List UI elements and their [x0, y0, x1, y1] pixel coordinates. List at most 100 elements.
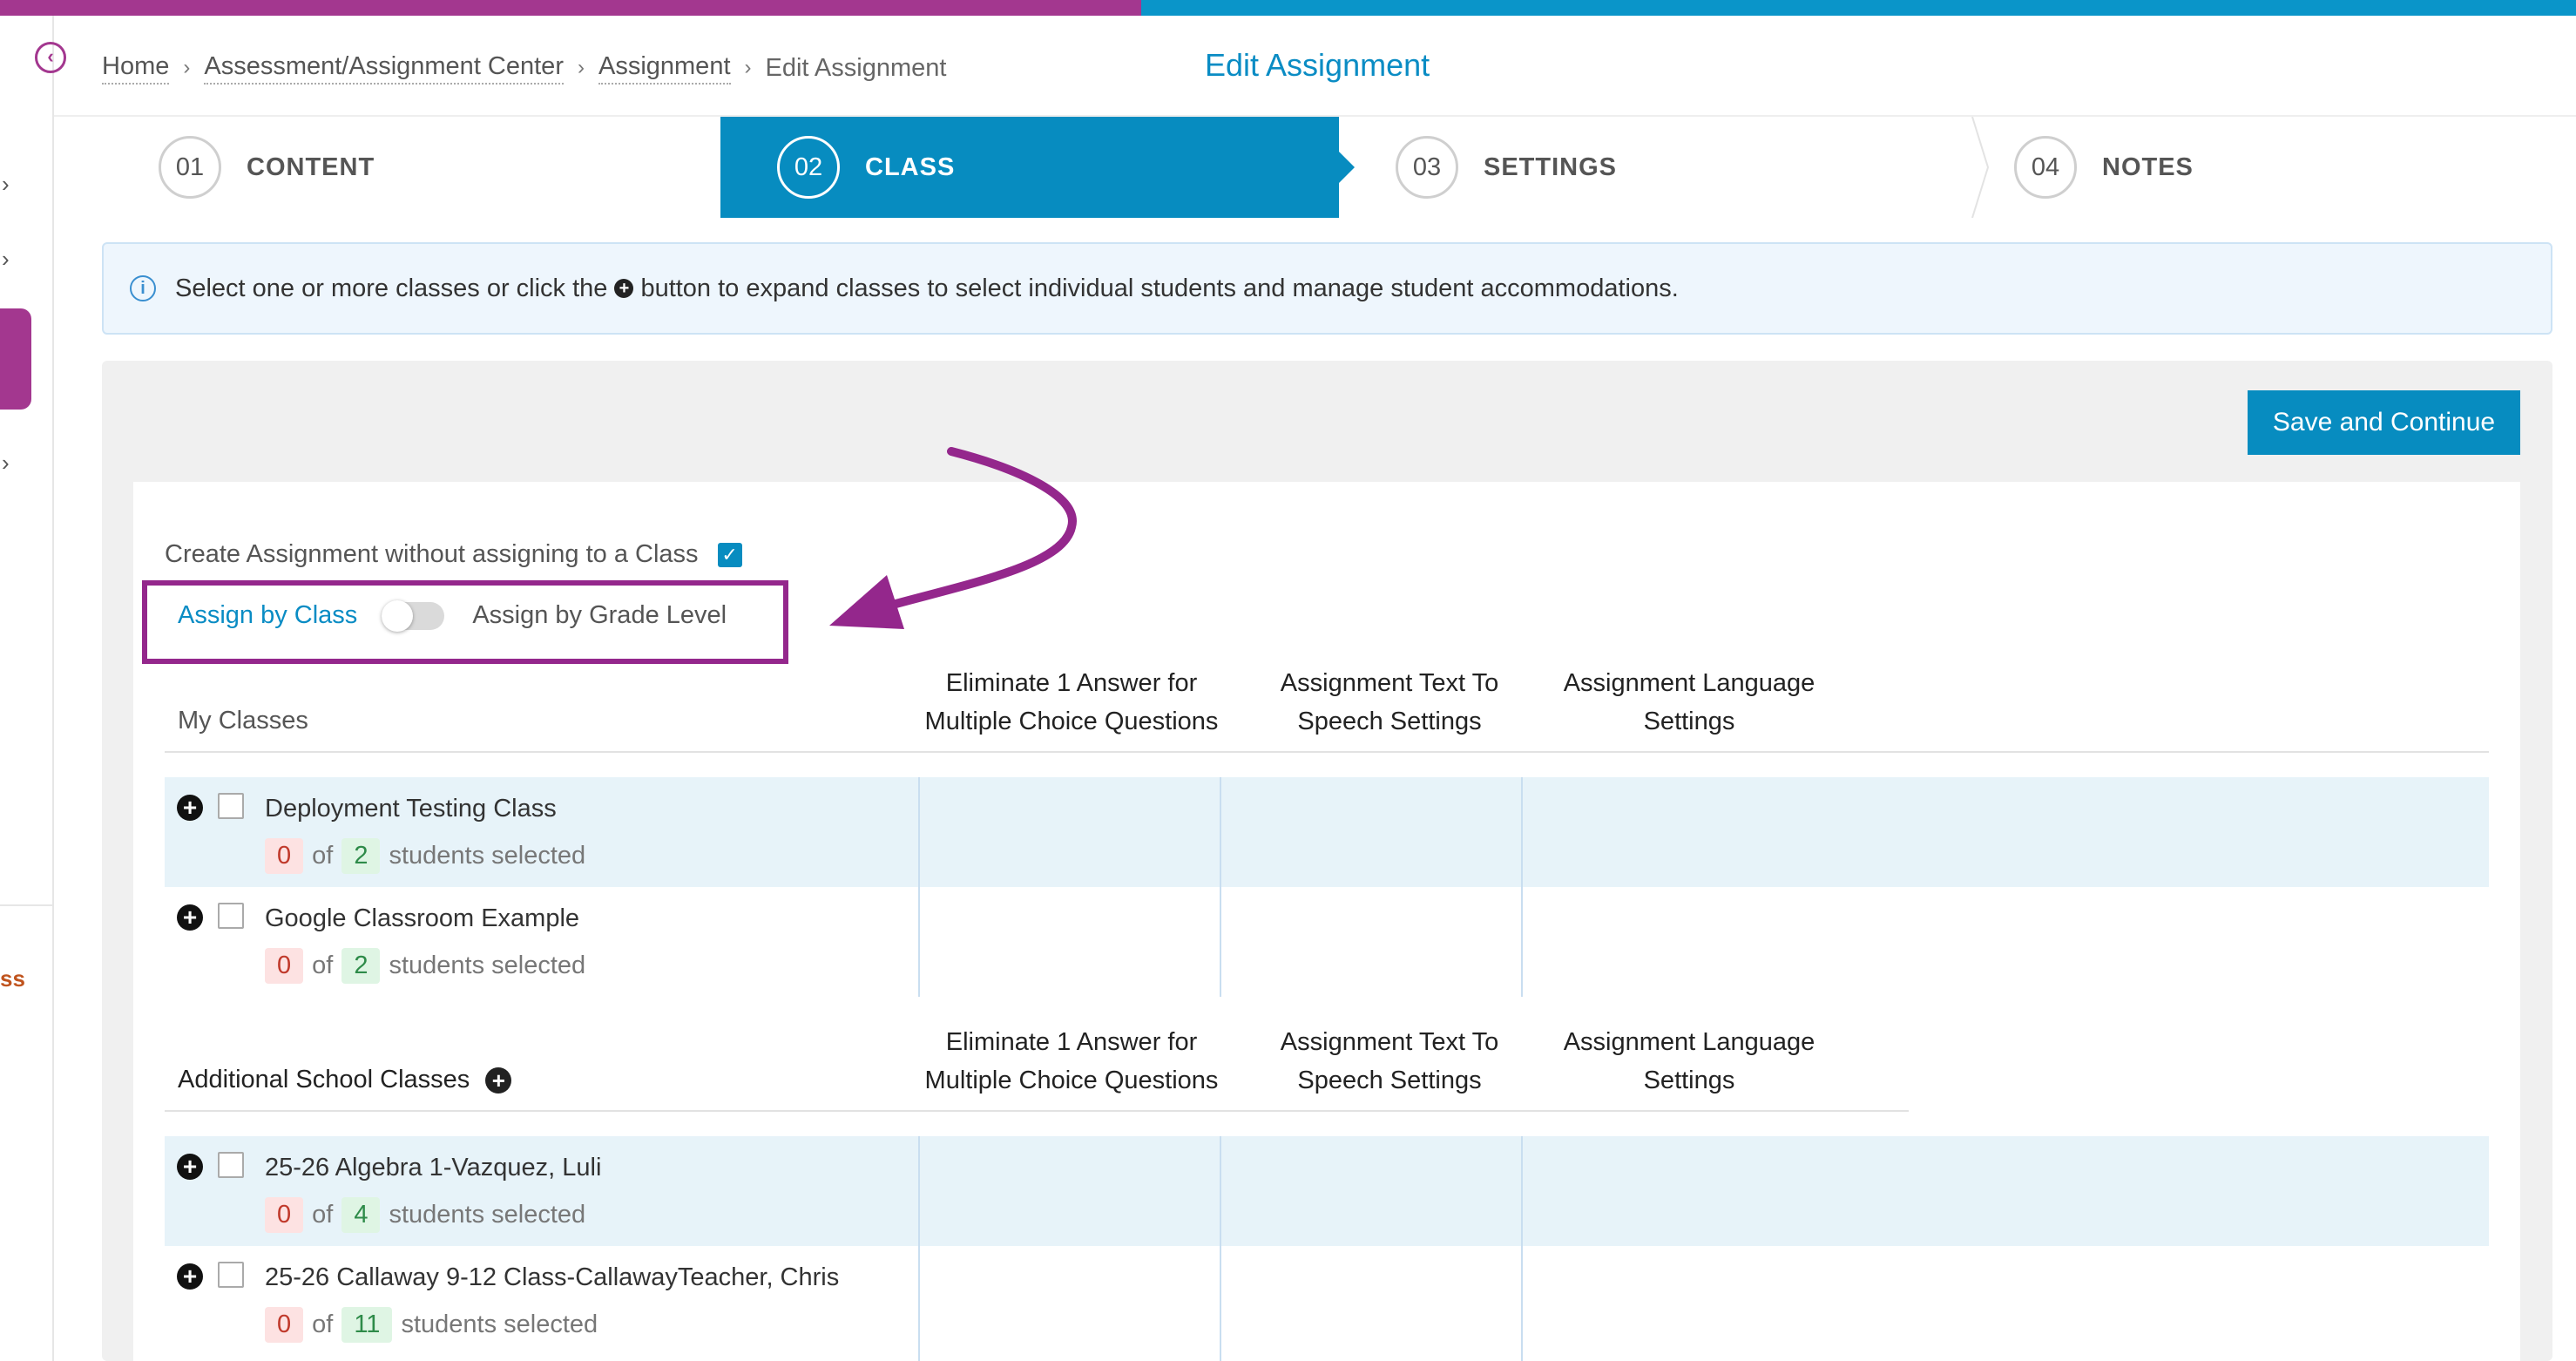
total-count-badge: 2	[341, 838, 381, 874]
col-language-line1: Assignment Language	[1563, 669, 1815, 697]
col-tts-line1: Assignment Text To	[1280, 1028, 1499, 1056]
column-divider	[1521, 1136, 1523, 1361]
info-text-start: Select one or more classes or click the	[175, 274, 608, 302]
save-and-continue-button[interactable]: Save and Continue	[2248, 390, 2520, 455]
students-selected: 0 of 2 students selected	[265, 838, 585, 874]
left-sidebar: ‹ › › › ss	[0, 16, 66, 1361]
class-row: + Google Classroom Example 0 of 2 studen…	[165, 887, 2489, 997]
chevron-right-icon: ›	[577, 56, 585, 79]
col-language-settings: Assignment Language Settings	[1541, 1023, 1837, 1100]
step-label: CLASS	[865, 152, 956, 181]
sidebar-chevron-right-icon[interactable]: ›	[2, 171, 10, 198]
of-label: of	[312, 1310, 334, 1338]
no-class-label: Create Assignment without assigning to a…	[165, 540, 699, 568]
my-classes-header: My Classes Eliminate 1 Answer for Multip…	[165, 664, 2489, 753]
col-eliminate-answer: Eliminate 1 Answer for Multiple Choice Q…	[906, 664, 1237, 741]
col-language-settings: Assignment Language Settings	[1541, 664, 1837, 741]
column-divider	[918, 777, 920, 997]
no-class-checkbox[interactable]: ✓	[717, 542, 742, 567]
step-label: SETTINGS	[1484, 152, 1618, 181]
class-name: Deployment Testing Class	[265, 795, 557, 823]
column-divider	[1220, 1136, 1221, 1361]
class-name: Google Classroom Example	[265, 904, 580, 932]
header-underline	[165, 751, 2489, 753]
tab-content[interactable]: 01 CONTENT	[102, 117, 720, 218]
class-checkbox[interactable]	[218, 793, 244, 819]
selected-count-badge: 0	[265, 1197, 304, 1233]
column-divider	[1521, 777, 1523, 997]
col-eliminate-line2: Multiple Choice Questions	[924, 708, 1219, 735]
class-row: + Deployment Testing Class 0 of 2 studen…	[165, 777, 2489, 887]
col-text-to-speech: Assignment Text To Speech Settings	[1241, 1023, 1538, 1100]
sidebar-active-item[interactable]	[0, 308, 31, 410]
additional-classes-title: Additional School Classes +	[178, 1066, 518, 1094]
back-arrow-icon[interactable]: ‹	[35, 42, 66, 73]
col-eliminate-answer: Eliminate 1 Answer for Multiple Choice Q…	[906, 1023, 1237, 1100]
breadcrumb-assessment-center[interactable]: Assessment/Assignment Center	[204, 52, 564, 85]
total-count-badge: 2	[341, 948, 381, 984]
annotation-highlight-box	[142, 580, 788, 664]
breadcrumb-current: Edit Assignment	[765, 53, 947, 82]
of-label: of	[312, 842, 334, 870]
tab-class[interactable]: 02 CLASS	[720, 117, 1355, 218]
class-name: 25-26 Callaway 9-12 Class-CallawayTeache…	[265, 1263, 840, 1291]
page-title: Edit Assignment	[1205, 47, 1430, 83]
total-count-badge: 4	[341, 1197, 381, 1233]
additional-classes-header: Additional School Classes + Eliminate 1 …	[165, 1023, 1909, 1112]
total-count-badge: 11	[341, 1307, 393, 1343]
col-eliminate-line1: Eliminate 1 Answer for	[945, 669, 1198, 697]
top-bar-blue	[1141, 0, 2576, 16]
col-text-to-speech: Assignment Text To Speech Settings	[1241, 664, 1538, 741]
students-selected-label: students selected	[389, 842, 586, 870]
class-checkbox[interactable]	[218, 1262, 244, 1288]
class-row: + 25-26 Callaway 9-12 Class-CallawayTeac…	[165, 1246, 2489, 1356]
no-class-option: Create Assignment without assigning to a…	[165, 540, 742, 569]
students-selected-label: students selected	[389, 951, 586, 979]
breadcrumb-assignment[interactable]: Assignment	[598, 52, 731, 85]
info-banner: i Select one or more classes or click th…	[102, 242, 2552, 335]
step-tabs: 01 CONTENT 02 CLASS 03 SETTINGS 04 NOTES	[102, 117, 2576, 218]
expand-plus-icon[interactable]: +	[177, 795, 203, 821]
col-language-line2: Settings	[1643, 708, 1735, 735]
expand-plus-icon[interactable]: +	[177, 1154, 203, 1180]
step-number: 01	[159, 136, 221, 199]
plus-circle-icon: +	[614, 279, 634, 298]
breadcrumb-home[interactable]: Home	[102, 52, 170, 85]
sidebar-chevron-right-icon[interactable]: ›	[2, 246, 10, 273]
col-language-line1: Assignment Language	[1563, 1028, 1815, 1056]
class-row: + 25-26 Algebra 1-Vazquez, Luli 0 of 4 s…	[165, 1136, 2489, 1246]
col-tts-line2: Speech Settings	[1297, 708, 1482, 735]
info-text-end: button to expand classes to select indiv…	[640, 274, 1679, 302]
col-tts-line1: Assignment Text To	[1280, 669, 1499, 697]
class-checkbox[interactable]	[218, 1152, 244, 1178]
info-icon: i	[130, 275, 156, 301]
col-eliminate-line1: Eliminate 1 Answer for	[945, 1028, 1198, 1056]
col-language-line2: Settings	[1643, 1066, 1735, 1094]
class-name: 25-26 Algebra 1-Vazquez, Luli	[265, 1154, 602, 1182]
step-number: 04	[2014, 136, 2077, 199]
sidebar-partial-label[interactable]: ss	[0, 965, 25, 992]
tab-settings[interactable]: 03 SETTINGS	[1339, 117, 1957, 218]
students-selected-label: students selected	[389, 1201, 586, 1229]
students-selected-label: students selected	[401, 1310, 598, 1338]
of-label: of	[312, 951, 334, 979]
tab-notes[interactable]: 04 NOTES	[1957, 117, 2576, 218]
top-accent-bar	[0, 0, 2576, 16]
header-underline	[165, 1110, 1909, 1112]
column-divider	[1220, 777, 1221, 997]
col-eliminate-line2: Multiple Choice Questions	[924, 1066, 1219, 1094]
add-class-plus-icon[interactable]: +	[485, 1066, 512, 1094]
students-selected: 0 of 4 students selected	[265, 1197, 585, 1233]
class-checkbox[interactable]	[218, 903, 244, 929]
sidebar-chevron-right-icon[interactable]: ›	[2, 450, 10, 477]
selected-count-badge: 0	[265, 1307, 304, 1343]
step-number: 02	[777, 136, 840, 199]
selected-count-badge: 0	[265, 838, 304, 874]
breadcrumb: Home › Assessment/Assignment Center › As…	[102, 51, 946, 85]
column-divider	[918, 1136, 920, 1361]
step-label: CONTENT	[247, 152, 375, 181]
step-separator-chevron-icon	[1971, 117, 1990, 218]
expand-plus-icon[interactable]: +	[177, 1263, 203, 1290]
expand-plus-icon[interactable]: +	[177, 904, 203, 931]
col-tts-line2: Speech Settings	[1297, 1066, 1482, 1094]
